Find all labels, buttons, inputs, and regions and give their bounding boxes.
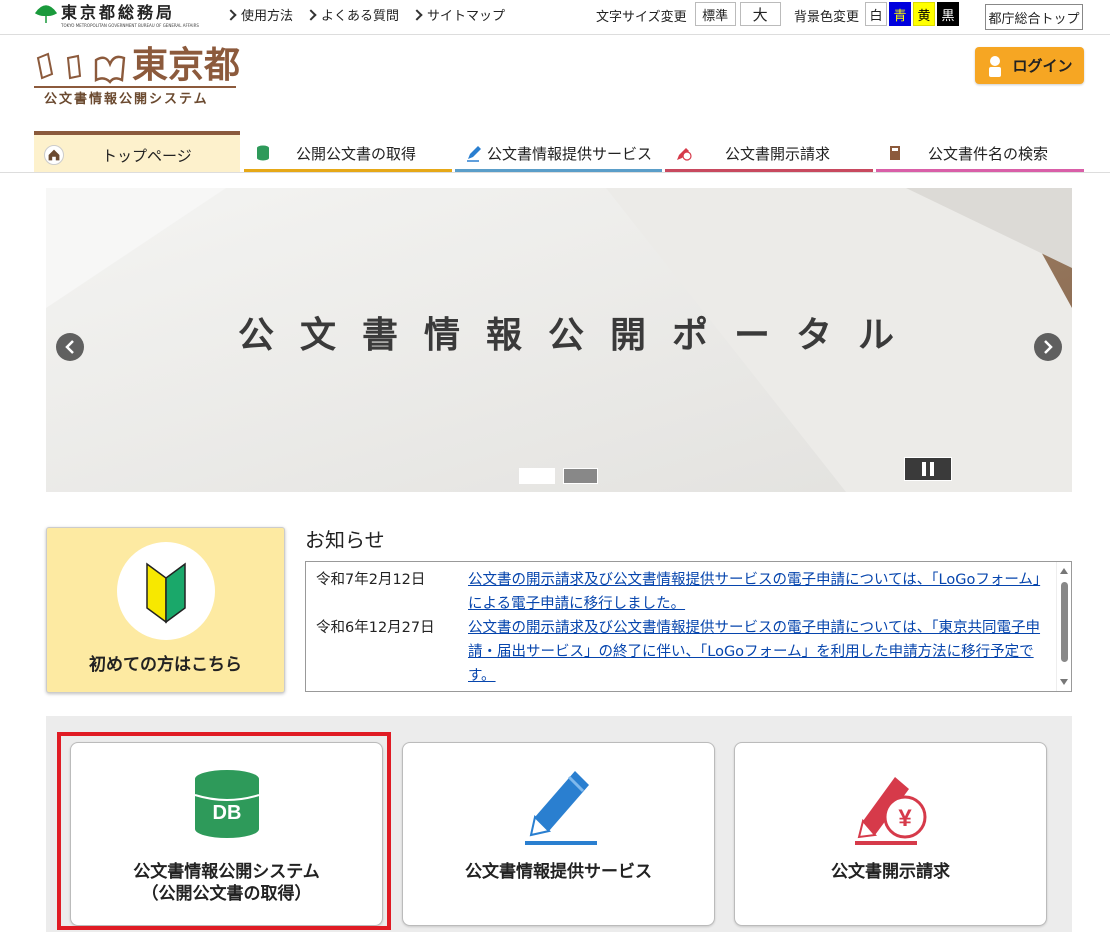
nav-disclosure-request[interactable]: 公文書開示請求 [665,131,873,173]
slider-dot-2[interactable] [563,468,598,484]
yen-pen-icon [677,148,692,161]
news-item: 令和7年2月12日 公文書の開示請求及び公文書情報提供サービスの電子申請について… [316,568,1046,616]
highlight-frame [57,732,391,930]
slider-pause-button[interactable] [904,457,952,481]
news-date: 令和6年12月27日 [316,620,435,636]
bg-blue-button[interactable]: 青 [889,2,912,26]
news-heading: お知らせ [305,528,385,552]
nav-label: 公開公文書の取得 [296,145,417,163]
slider-dot-1[interactable] [519,468,555,484]
nav-label: トップページ [102,147,192,165]
background-color-switcher: 背景色変更 白 青 黄 黒 [794,2,960,26]
ginkgo-leaf-icon [34,5,58,23]
divider [0,172,1110,173]
nav-public-documents[interactable]: 公開公文書の取得 [244,131,452,173]
card-label: 公文書開示請求 [735,861,1046,883]
nav-label: 公文書情報提供サービス [487,145,653,163]
scroll-up-arrow-icon[interactable] [1060,568,1068,574]
nav-info-service[interactable]: 公文書情報提供サービス [455,131,662,173]
news-date: 令和7年2月12日 [316,572,426,588]
bg-yellow-button[interactable]: 黄 [913,2,936,26]
beginner-mark-circle [117,542,215,640]
nav-title-search[interactable]: 公文書件名の検索 [876,131,1084,173]
card-info-service[interactable]: 公文書情報提供サービス [402,742,715,926]
font-size-large-button[interactable]: 大 [739,2,781,26]
utility-bar: 東京都総務局 TOKYO METROPOLITAN GOVERNMENT BUR… [0,0,1110,34]
hero-slider: 公文書情報公開ポータル [46,188,1072,492]
link-sitemap[interactable]: サイトマップ [413,5,505,24]
home-icon [44,145,64,165]
bureau-subtitle: TOKYO METROPOLITAN GOVERNMENT BUREAU OF … [61,23,199,28]
nav-label: 公文書開示請求 [725,145,831,163]
news-item: 令和6年12月27日 公文書の開示請求及び公文書情報提供サービスの電子申請につい… [316,616,1046,688]
bureau-name: 東京都総務局 [61,3,176,22]
svg-text:¥: ¥ [898,805,912,832]
divider [0,34,1110,35]
scroll-down-arrow-icon[interactable] [1060,679,1068,685]
login-button[interactable]: ログイン [975,47,1084,84]
chevron-right-icon [1044,340,1053,354]
beginner-mark-icon [146,562,186,624]
link-usage[interactable]: 使用方法 [227,5,293,24]
beginner-label: 初めての方はこちら [89,655,242,675]
bg-black-button[interactable]: 黒 [937,2,960,26]
bg-white-button[interactable]: 白 [865,2,888,26]
user-icon [989,55,1002,77]
chevron-left-icon [65,340,74,354]
pen-icon [467,146,481,162]
pause-icon [922,462,926,476]
main-nav: トップページ 公開公文書の取得 公文書情報提供サービス 公文書開示請求 公文書件… [34,131,1084,173]
site-logo[interactable]: 東京都 公文書情報公開システム [34,46,244,108]
logo-title: 東京都 [132,45,241,86]
card-label-line1: 公文書開示請求 [831,862,950,882]
nav-top-page[interactable]: トップページ [34,131,240,173]
bureau-logo[interactable]: 東京都総務局 TOKYO METROPOLITAN GOVERNMENT BUR… [34,3,199,28]
nav-label: 公文書件名の検索 [928,145,1049,163]
logo-subtitle: 公文書情報公開システム [44,92,209,107]
news-link[interactable]: 公文書の開示請求及び公文書情報提供サービスの電子申請については、「東京共同電子申… [468,616,1046,688]
scroll-thumb[interactable] [1061,582,1068,662]
card-label-line1: 公文書情報提供サービス [465,862,652,882]
utility-links: 使用方法 よくある質問 サイトマップ [227,5,505,24]
slider-prev-button[interactable] [56,333,84,361]
slide-title: 公文書情報公開ポータル [237,315,920,356]
news-scrollbar[interactable] [1056,562,1071,691]
link-faq[interactable]: よくある質問 [307,5,399,24]
tokyo-top-button[interactable]: 都庁総合トップ [985,4,1083,30]
beginner-guide-button[interactable]: 初めての方はこちら [46,527,285,693]
news-list[interactable]: 令和7年2月12日 公文書の開示請求及び公文書情報提供サービスの電子申請について… [305,561,1072,692]
slider-next-button[interactable] [1034,333,1062,361]
pen-icon [525,771,597,845]
news-link[interactable]: 公文書の開示請求及び公文書情報提供サービスの電子申請については、「LoGoフォー… [468,568,1046,616]
login-label: ログイン [1012,57,1073,75]
yen-pen-icon: ¥ [855,777,927,845]
database-icon [257,145,269,161]
card-disclosure-request[interactable]: ¥ 公文書開示請求 [734,742,1047,926]
font-size-label: 文字サイズ変更 [596,10,687,25]
books-logo-icon [36,52,126,84]
font-size-switcher: 文字サイズ変更 標準 大 [596,2,781,26]
card-label: 公文書情報提供サービス [403,861,714,883]
bg-color-label: 背景色変更 [794,10,860,25]
font-size-standard-button[interactable]: 標準 [694,2,736,26]
book-icon [890,146,900,160]
